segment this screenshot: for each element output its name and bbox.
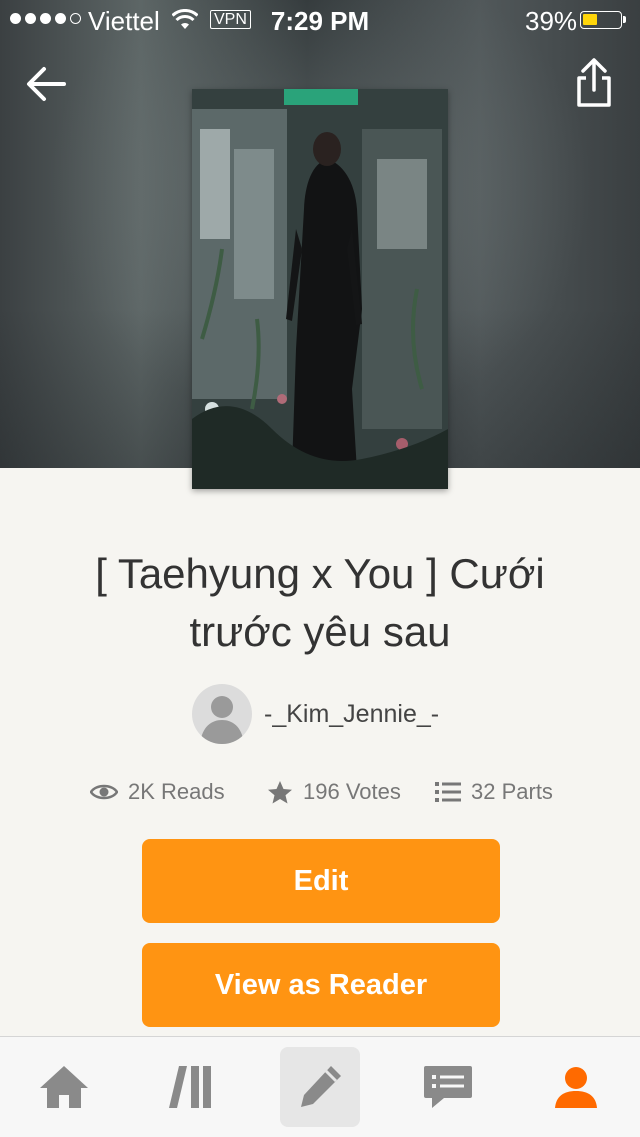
battery-icon	[580, 11, 626, 29]
votes-count: 196 Votes	[303, 779, 401, 804]
reads-stat: 2K Reads	[90, 774, 225, 810]
author-row[interactable]: -_Kim_Jennie_-	[192, 684, 439, 744]
eye-icon	[90, 784, 118, 800]
story-stats: 2K Reads 196 Votes 32 Parts	[0, 774, 640, 810]
arrow-left-icon[interactable]	[22, 60, 70, 108]
tab-messages[interactable]	[408, 1047, 488, 1127]
parts-count: 32 Parts	[471, 779, 553, 804]
pencil-icon	[301, 1066, 341, 1107]
messages-icon	[424, 1066, 472, 1108]
tab-library[interactable]	[152, 1047, 232, 1127]
story-title: [ Taehyung x You ] Cưới trước yêu sau	[95, 550, 545, 655]
author-name[interactable]: -_Kim_Jennie_-	[264, 700, 439, 729]
battery-percent: 39%	[525, 6, 578, 36]
tab-profile[interactable]	[536, 1047, 616, 1127]
user-silhouette-icon	[200, 696, 244, 744]
edit-button[interactable]: Edit	[142, 839, 500, 923]
library-icon	[169, 1066, 211, 1108]
reads-count: 2K Reads	[128, 779, 225, 804]
votes-stat: 196 Votes	[267, 774, 401, 810]
profile-icon	[555, 1067, 597, 1108]
tab-bar	[0, 1036, 640, 1137]
list-icon	[435, 782, 461, 802]
parts-stat: 32 Parts	[435, 774, 553, 810]
story-cover-image	[192, 89, 448, 489]
view-as-reader-button[interactable]: View as Reader	[142, 943, 500, 1027]
star-icon	[268, 781, 292, 804]
share-icon[interactable]	[572, 56, 616, 110]
status-bar: Viettel VPN 7:29 PM 39%	[0, 0, 640, 40]
tab-home[interactable]	[24, 1047, 104, 1127]
avatar[interactable]	[192, 684, 252, 744]
home-icon	[40, 1066, 88, 1108]
tab-write[interactable]	[280, 1047, 360, 1127]
